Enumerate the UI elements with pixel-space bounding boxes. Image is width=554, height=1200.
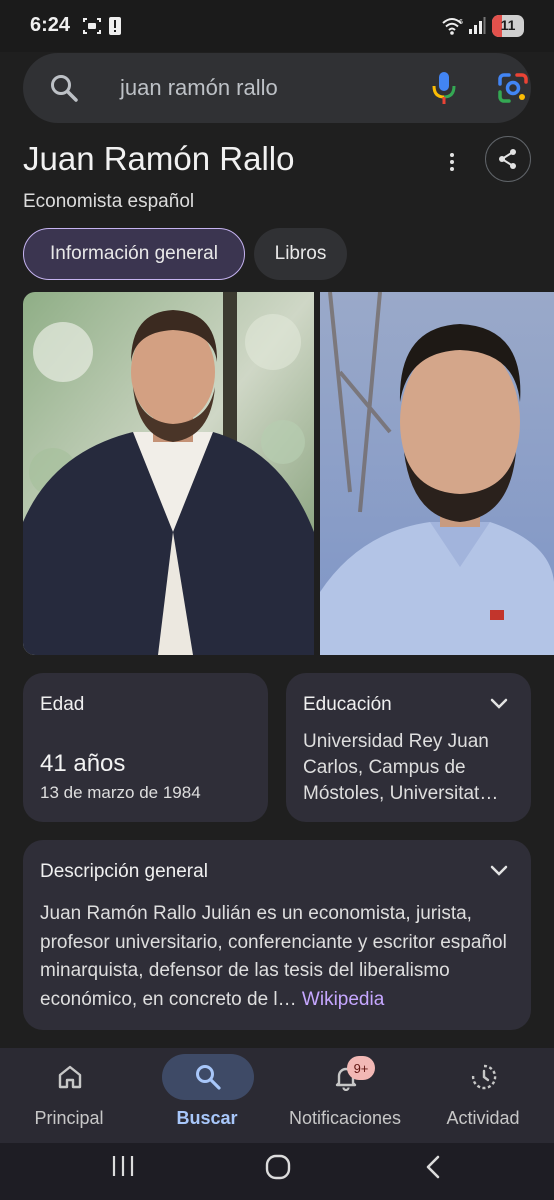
description-card[interactable]: Descripción general Juan Ramón Rallo Jul… — [23, 840, 531, 1030]
tab-libros[interactable]: Libros — [254, 228, 347, 280]
nav-buscar[interactable]: Buscar — [138, 1048, 276, 1143]
share-icon — [499, 149, 516, 169]
history-icon — [471, 1064, 497, 1090]
portrait-image — [23, 292, 314, 655]
nav-actividad[interactable]: Actividad — [414, 1048, 552, 1143]
chevron-down-icon[interactable] — [489, 697, 509, 711]
nav-label: Buscar — [176, 1108, 238, 1128]
entity-photo-2[interactable] — [320, 292, 554, 655]
screenshot-icon — [83, 18, 101, 34]
search-icon — [51, 75, 78, 102]
fact-card-age[interactable]: Edad 13 de marzo de 1984 — [23, 673, 268, 822]
entity-photo-1[interactable] — [23, 292, 314, 655]
status-bar: 6:24 6 11 — [0, 0, 554, 52]
entity-title: Juan Ramón Rallo — [23, 140, 295, 177]
nav-pill — [24, 1054, 116, 1100]
notification-badge: 9+ — [347, 1056, 375, 1080]
tab-informacion-general[interactable]: Información general — [23, 228, 245, 280]
age-value: 41 años — [40, 750, 126, 777]
fact-label-education: Educación — [303, 694, 392, 715]
search-query[interactable]: juan ramón rallo — [120, 75, 278, 101]
more-options-button[interactable] — [438, 145, 466, 179]
nav-pill — [438, 1054, 530, 1100]
back-icon[interactable] — [422, 1153, 444, 1181]
system-navigation-bar — [0, 1143, 554, 1200]
chevron-down-icon[interactable] — [489, 864, 509, 878]
nav-pill — [300, 1054, 392, 1100]
birth-date: 13 de marzo de 1984 — [40, 783, 201, 802]
recent-apps-icon[interactable] — [110, 1153, 136, 1179]
search-bar[interactable]: juan ramón rallo — [23, 53, 531, 123]
nav-label: Notificaciones — [288, 1108, 402, 1128]
description-body: Juan Ramón Rallo Julián es un economista… — [40, 903, 507, 1010]
home-icon — [58, 1065, 82, 1089]
nav-label: Actividad — [446, 1108, 520, 1128]
portrait-image — [320, 292, 554, 655]
voice-search-icon[interactable] — [431, 71, 457, 105]
alert-icon — [109, 17, 121, 35]
fact-label-age: Edad — [40, 694, 85, 715]
nav-pill-active — [162, 1054, 254, 1100]
nav-label: Principal — [34, 1108, 104, 1128]
bottom-navigation: Principal Buscar 9+ Notificaciones Activ — [0, 1048, 554, 1143]
battery-level: 11 — [500, 17, 516, 33]
nav-notificaciones[interactable]: 9+ Notificaciones — [276, 1048, 414, 1143]
lens-icon[interactable] — [497, 72, 529, 104]
clock: 6:24 — [30, 14, 71, 36]
wifi-icon: 6 — [442, 18, 463, 35]
battery-indicator: 11 — [492, 15, 524, 37]
signal-icon — [469, 17, 486, 34]
svg-text:6: 6 — [459, 19, 463, 26]
search-icon — [196, 1065, 221, 1090]
home-button-icon[interactable] — [264, 1153, 292, 1181]
nav-principal[interactable]: Principal — [0, 1048, 138, 1143]
wikipedia-link[interactable]: Wikipedia — [302, 989, 384, 1010]
description-label: Descripción general — [40, 861, 208, 882]
education-value: Universidad Rey Juan Carlos, Campus de M… — [303, 731, 499, 804]
fact-card-education[interactable]: Educación Universidad Rey Juan Carlos, C… — [286, 673, 531, 822]
share-button[interactable] — [485, 136, 531, 182]
description-text: Juan Ramón Rallo Julián es un economista… — [40, 900, 518, 1014]
entity-subtitle: Economista español — [23, 191, 195, 212]
